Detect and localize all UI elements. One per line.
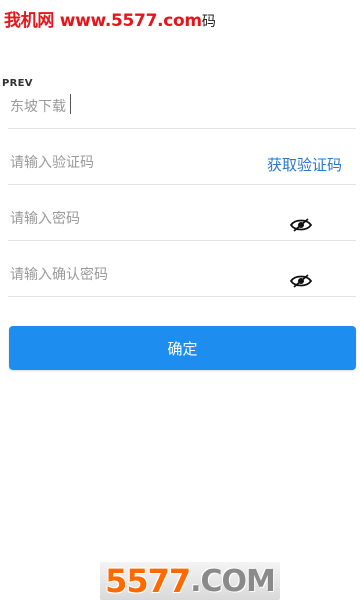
verification-code-placeholder: 请输入验证码 bbox=[10, 155, 94, 171]
confirm-button[interactable]: 确定 bbox=[9, 326, 356, 370]
confirm-password-field[interactable]: 请输入确认密码 bbox=[8, 256, 356, 297]
confirm-button-label: 确定 bbox=[167, 339, 198, 358]
watermark-site-text: 我机网 www.5577.com bbox=[4, 11, 202, 31]
get-verification-code-button[interactable]: 获取验证码 bbox=[267, 154, 342, 175]
text-cursor bbox=[70, 94, 71, 114]
password-placeholder: 请输入密码 bbox=[10, 211, 80, 227]
password-field[interactable]: 请输入密码 bbox=[8, 200, 356, 241]
eye-hidden-icon[interactable] bbox=[290, 274, 312, 288]
username-field[interactable]: 东坡下载 bbox=[8, 88, 356, 129]
watermark-bottom: 5577 .COM bbox=[100, 562, 280, 600]
username-value: 东坡下载 bbox=[10, 99, 66, 115]
screen: 我机网 www.5577.com 码 PREV 东坡下载 请输入验证码 获取验证… bbox=[0, 0, 360, 600]
watermark-number: 5577 bbox=[105, 562, 191, 600]
verification-code-field[interactable]: 请输入验证码 获取验证码 bbox=[8, 144, 356, 185]
watermark-domain: .COM bbox=[190, 563, 276, 599]
watermark-tail-text: 码 bbox=[201, 14, 216, 30]
watermark-top: 我机网 www.5577.com 码 bbox=[4, 6, 216, 31]
confirm-password-placeholder: 请输入确认密码 bbox=[10, 267, 108, 283]
eye-hidden-icon[interactable] bbox=[290, 218, 312, 232]
